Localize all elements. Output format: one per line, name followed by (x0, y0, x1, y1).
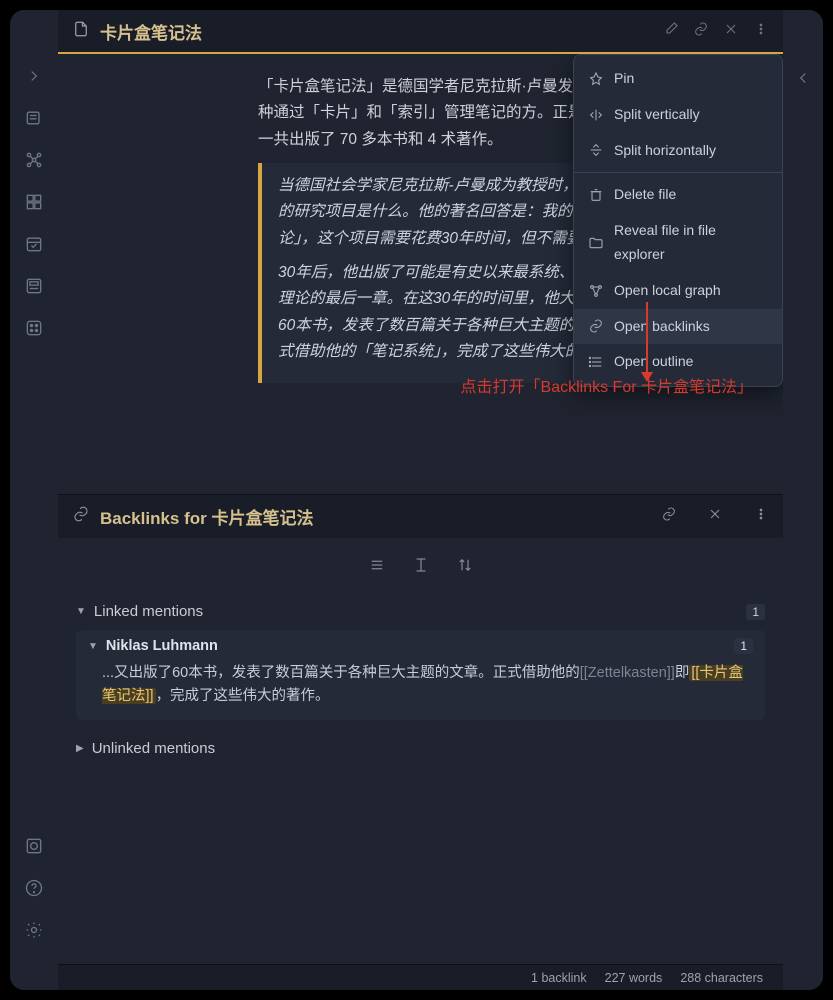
menu-reveal-file[interactable]: Reveal file in file explorer (574, 213, 782, 273)
menu-split-vertically[interactable]: Split vertically (574, 97, 782, 133)
menu-split-horizontally[interactable]: Split horizontally (574, 133, 782, 169)
grid-icon[interactable] (24, 192, 44, 212)
main-column: 卡片盒笔记法 「卡片盒笔记法」是德国学者尼克拉斯·卢曼发明的一种「方法」，它是一… (58, 10, 783, 990)
status-word-count[interactable]: 227 words (605, 971, 663, 985)
collapse-right-icon[interactable] (793, 68, 813, 88)
linked-mentions-label: Linked mentions (94, 603, 203, 620)
left-ribbon (10, 10, 58, 990)
expand-sidebar-icon[interactable] (24, 66, 44, 86)
backlinks-close-icon[interactable] (707, 506, 723, 527)
settings-icon[interactable] (24, 920, 44, 940)
app-window: 卡片盒笔记法 「卡片盒笔记法」是德国学者尼克拉斯·卢曼发明的一种「方法」，它是一… (10, 10, 823, 990)
help-icon[interactable] (24, 878, 44, 898)
editor-body[interactable]: 「卡片盒笔记法」是德国学者尼克拉斯·卢曼发明的一种「方法」，它是一种通过「卡片」… (58, 54, 783, 494)
triangle-down-icon: ▼ (88, 641, 98, 652)
backlink-file-group: ▼ Niklas Luhmann 1 ...又出版了60本书，发表了数百篇关于各… (76, 630, 765, 720)
backlink-file-count: 1 (734, 638, 753, 654)
triangle-right-icon: ▶ (76, 743, 84, 754)
backlink-file-header[interactable]: ▼ Niklas Luhmann 1 (88, 638, 753, 654)
status-backlink-count[interactable]: 1 backlink (531, 971, 587, 985)
editor-title[interactable]: 卡片盒笔记法 (100, 19, 653, 44)
graph-icon[interactable] (24, 150, 44, 170)
triangle-down-icon: ▼ (76, 606, 86, 617)
link-icon[interactable] (693, 21, 709, 42)
menu-delete-file[interactable]: Delete file (574, 177, 782, 213)
status-char-count[interactable]: 288 characters (680, 971, 763, 985)
unlinked-mentions-section[interactable]: ▶ Unlinked mentions (76, 734, 765, 763)
backlink-file-name: Niklas Luhmann (106, 638, 218, 654)
backlinks-title: Backlinks for 卡片盒笔记法 (100, 504, 651, 529)
vault-icon[interactable] (24, 836, 44, 856)
backlinks-more-icon[interactable] (753, 506, 769, 527)
linked-mentions-section[interactable]: ▼ Linked mentions 1 (76, 597, 765, 626)
tab-context-menu: Pin Split vertically Split horizontally … (573, 54, 783, 387)
backlinks-icon (72, 505, 90, 528)
status-bar: 1 backlink 227 words 288 characters (58, 964, 783, 990)
show-more-context-icon[interactable] (412, 556, 430, 579)
backlinks-body: ▼ Linked mentions 1 ▼ Niklas Luhmann 1 .… (58, 538, 783, 964)
backlink-snippet[interactable]: ...又出版了60本书，发表了数百篇关于各种巨大主题的文章。正式借助他的[[Ze… (88, 662, 753, 708)
document-icon (72, 20, 90, 43)
edit-icon[interactable] (663, 21, 679, 42)
backlinks-toolbar (76, 550, 765, 597)
right-ribbon (783, 10, 823, 990)
menu-open-local-graph[interactable]: Open local graph (574, 273, 782, 309)
backlinks-header: Backlinks for 卡片盒笔记法 (58, 494, 783, 538)
daily-notes-icon[interactable] (24, 234, 44, 254)
random-icon[interactable] (24, 318, 44, 338)
editor-tab-header: 卡片盒笔记法 (58, 10, 783, 54)
linked-mentions-count: 1 (746, 604, 765, 620)
annotation-arrow (646, 302, 648, 380)
unlinked-mentions-label: Unlinked mentions (92, 740, 215, 757)
menu-pin[interactable]: Pin (574, 61, 782, 97)
files-icon[interactable] (24, 108, 44, 128)
template-icon[interactable] (24, 276, 44, 296)
backlinks-link-icon[interactable] (661, 506, 677, 527)
close-tab-icon[interactable] (723, 21, 739, 42)
sort-order-icon[interactable] (456, 556, 474, 579)
more-icon[interactable] (753, 21, 769, 42)
menu-open-backlinks[interactable]: Open backlinks (574, 309, 782, 345)
collapse-results-icon[interactable] (368, 556, 386, 579)
annotation-label: 点击打开「Backlinks For 卡片盒笔记法」 (461, 374, 753, 401)
